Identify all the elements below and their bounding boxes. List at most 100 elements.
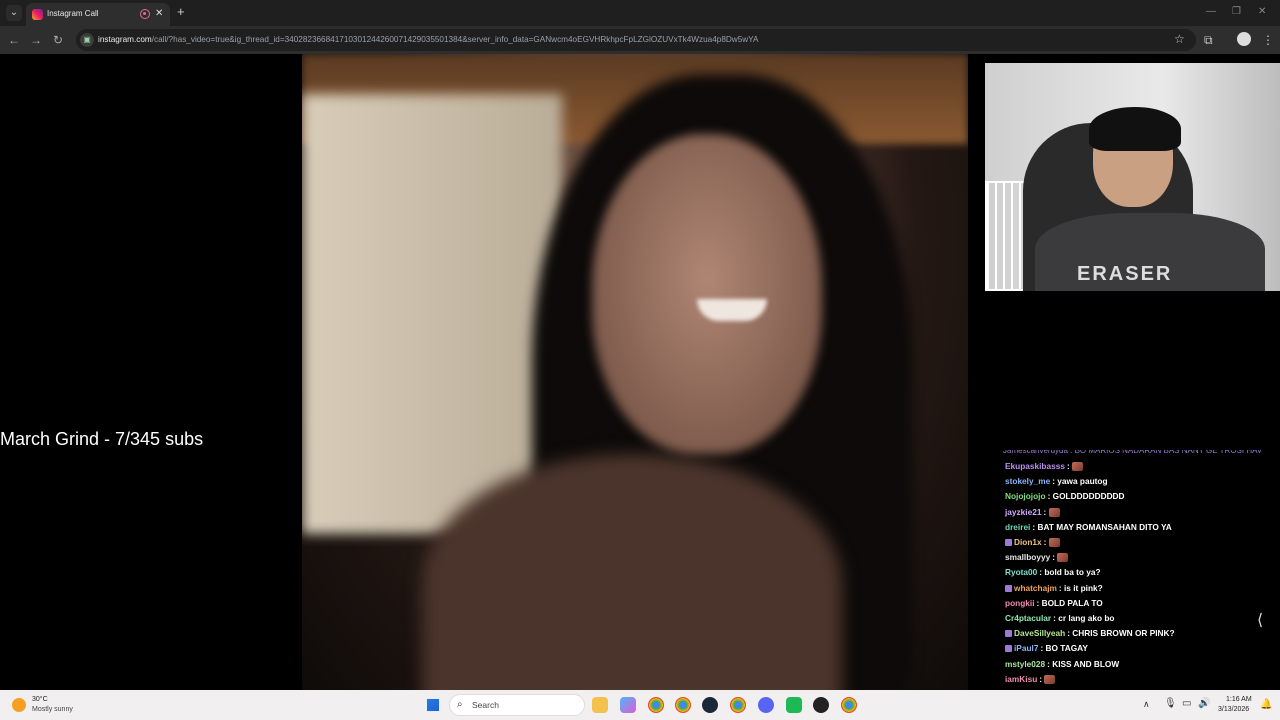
recording-icon: [140, 9, 150, 19]
chat-text: CHRIS BROWN OR PINK?: [1072, 628, 1175, 639]
chat-badge-icon: [1005, 645, 1012, 653]
chat-username[interactable]: dreirei: [1005, 522, 1030, 532]
chat-message: Ryota00: bold ba to ya?: [1005, 565, 1101, 580]
chat-text: BO TAGAY: [1045, 643, 1088, 654]
chat-text: BAT MAY ROMANSAHAN DITO YA: [1037, 521, 1172, 532]
chat-message: Dion1x:: [1005, 535, 1060, 550]
chat-message: Nojojojojo: GOLDDDDDDDDD: [1005, 489, 1125, 504]
webcam-overlay: ERASER: [985, 63, 1280, 291]
chrome-icon[interactable]: [648, 697, 664, 713]
address-bar[interactable]: ▣ instagram.com/call/?has_video=true&ig_…: [76, 29, 1196, 51]
clock-date[interactable]: 3/13/2026: [1218, 705, 1249, 714]
new-tab-button[interactable]: +: [177, 5, 185, 19]
chat-message: whatchajm: is it pink?: [1005, 581, 1103, 596]
chat-badge-icon: [1005, 630, 1012, 638]
chat-emote-icon: [1048, 538, 1060, 547]
chat-username[interactable]: jayzkie21: [1005, 507, 1041, 517]
chat-overlay: Jamescanverdyda : BO MARIOS NADARAN BAS …: [998, 450, 1280, 690]
chat-message: mstyle028: KISS AND BLOW: [1005, 657, 1119, 672]
profile-avatar[interactable]: [1237, 32, 1251, 46]
chat-collapse-icon[interactable]: ⟨: [1257, 610, 1263, 630]
chat-username[interactable]: DaveSillyeah: [1014, 628, 1065, 638]
search-icon: ⌕: [457, 699, 463, 710]
restore-icon[interactable]: ❐: [1232, 6, 1241, 17]
tab-search-icon[interactable]: ⌄: [6, 5, 22, 21]
chat-emote-icon: [1072, 462, 1084, 471]
network-icon[interactable]: ▭: [1182, 698, 1191, 710]
windows-start-icon[interactable]: [426, 698, 440, 712]
close-window-icon[interactable]: ✕: [1258, 6, 1266, 17]
chat-text: GOLDDDDDDDDD: [1052, 491, 1125, 502]
tab-instagram-call[interactable]: Instagram Call ✕: [26, 3, 170, 26]
chat-username[interactable]: iamKisu: [1005, 674, 1037, 684]
taskbar-search[interactable]: ⌕ Search: [449, 694, 585, 716]
chat-text: is it pink?: [1063, 582, 1103, 593]
chat-username[interactable]: Ryota00: [1005, 567, 1037, 577]
video-face: [592, 134, 822, 454]
file-explorer-icon[interactable]: [592, 697, 608, 713]
subscriber-goal-text: March Grind - 7/345 subs: [0, 429, 204, 449]
chat-message: DaveSillyeah: CHRIS BROWN OR PINK?: [1005, 626, 1175, 641]
chat-badge-icon: [1005, 539, 1012, 546]
webcam-shirt-text: ERASER: [1077, 263, 1173, 285]
chat-text: BOLD PALA TO: [1041, 597, 1103, 608]
chrome-app-icon[interactable]: [730, 697, 746, 713]
clock-time[interactable]: 1:16 AM: [1226, 695, 1252, 704]
discord-icon[interactable]: [758, 697, 774, 713]
show-hidden-icons-chevron[interactable]: ∧: [1143, 699, 1150, 710]
weather-description[interactable]: Mostly sunny: [32, 705, 73, 714]
search-placeholder: Search: [472, 700, 499, 710]
chat-username[interactable]: stokely_me: [1005, 476, 1050, 486]
chrome-profile-icon[interactable]: [675, 697, 691, 713]
chat-username[interactable]: iPaul7: [1014, 643, 1038, 653]
microphone-icon[interactable]: 🎙: [1164, 698, 1177, 710]
chat-emote-icon: [1057, 553, 1069, 563]
obs-icon[interactable]: [813, 697, 829, 713]
notification-bell-icon[interactable]: 🔔: [1260, 699, 1272, 710]
chat-username[interactable]: mstyle028: [1005, 659, 1045, 669]
chat-clipped-line: Jamescanverdyda : BO MARIOS NADARAN BAS …: [1003, 450, 1263, 455]
weather-temperature[interactable]: 30°C: [32, 695, 48, 704]
chat-message: iPaul7: BO TAGAY: [1005, 641, 1088, 656]
chat-separator: :: [1043, 537, 1049, 547]
volume-icon[interactable]: 🔊: [1198, 698, 1210, 710]
back-icon[interactable]: ←: [8, 32, 20, 48]
url-host: instagram.com: [98, 35, 152, 44]
minimize-icon[interactable]: —: [1206, 6, 1216, 17]
chrome-other-icon[interactable]: [841, 697, 857, 713]
forward-icon[interactable]: →: [30, 32, 42, 48]
chat-text: bold ba to ya?: [1044, 567, 1101, 578]
chat-message: Cr4ptacular: cr lang ako bo: [1005, 611, 1114, 626]
url-text[interactable]: instagram.com/call/?has_video=true&ig_th…: [98, 34, 759, 46]
site-info-icon[interactable]: ▣: [80, 33, 94, 47]
chat-username[interactable]: pongkii: [1005, 598, 1035, 608]
browser-toolbar: ← → ↻ ▣ instagram.com/call/?has_video=tr…: [0, 26, 1280, 54]
chat-badge-icon: [1005, 584, 1012, 592]
chat-separator: :: [1043, 506, 1049, 517]
chat-emote-icon: [1044, 674, 1056, 684]
chat-message: Ekupaskibasss:: [1005, 459, 1084, 474]
tab-title: Instagram Call: [47, 9, 99, 18]
extensions-icon[interactable]: ⧉: [1204, 32, 1213, 48]
taskbar: 30°C Mostly sunny ⌕ Search ∧ 🎙 ▭ 🔊 1:16 …: [0, 690, 1280, 720]
steam-icon[interactable]: [702, 697, 718, 713]
chat-username[interactable]: smallboyyy: [1005, 552, 1050, 562]
chat-text: yawa pautog: [1057, 476, 1108, 487]
chat-username[interactable]: Ekupaskibasss: [1005, 461, 1065, 471]
reload-icon[interactable]: ↻: [53, 32, 63, 48]
copilot-icon[interactable]: [620, 697, 636, 713]
chat-username[interactable]: Nojojojojo: [1005, 491, 1046, 501]
chat-username[interactable]: whatchajm: [1014, 583, 1057, 593]
weather-sun-icon[interactable]: [12, 698, 26, 712]
url-path: /call/?has_video=true&ig_thread_id=34028…: [151, 35, 759, 44]
chat-username[interactable]: Dion1x: [1014, 537, 1042, 547]
video-call-feed: [302, 54, 968, 690]
close-tab-icon[interactable]: ✕: [155, 7, 163, 21]
spotify-icon[interactable]: [786, 697, 802, 713]
chat-username[interactable]: Cr4ptacular: [1005, 613, 1051, 623]
instagram-icon: [32, 9, 43, 20]
menu-kebab-icon[interactable]: ⋮: [1262, 32, 1274, 48]
chat-message: dreirei: BAT MAY ROMANSAHAN DITO YA: [1005, 520, 1172, 535]
bookmark-star-icon[interactable]: ☆: [1174, 32, 1185, 46]
video-wall: [302, 94, 562, 534]
